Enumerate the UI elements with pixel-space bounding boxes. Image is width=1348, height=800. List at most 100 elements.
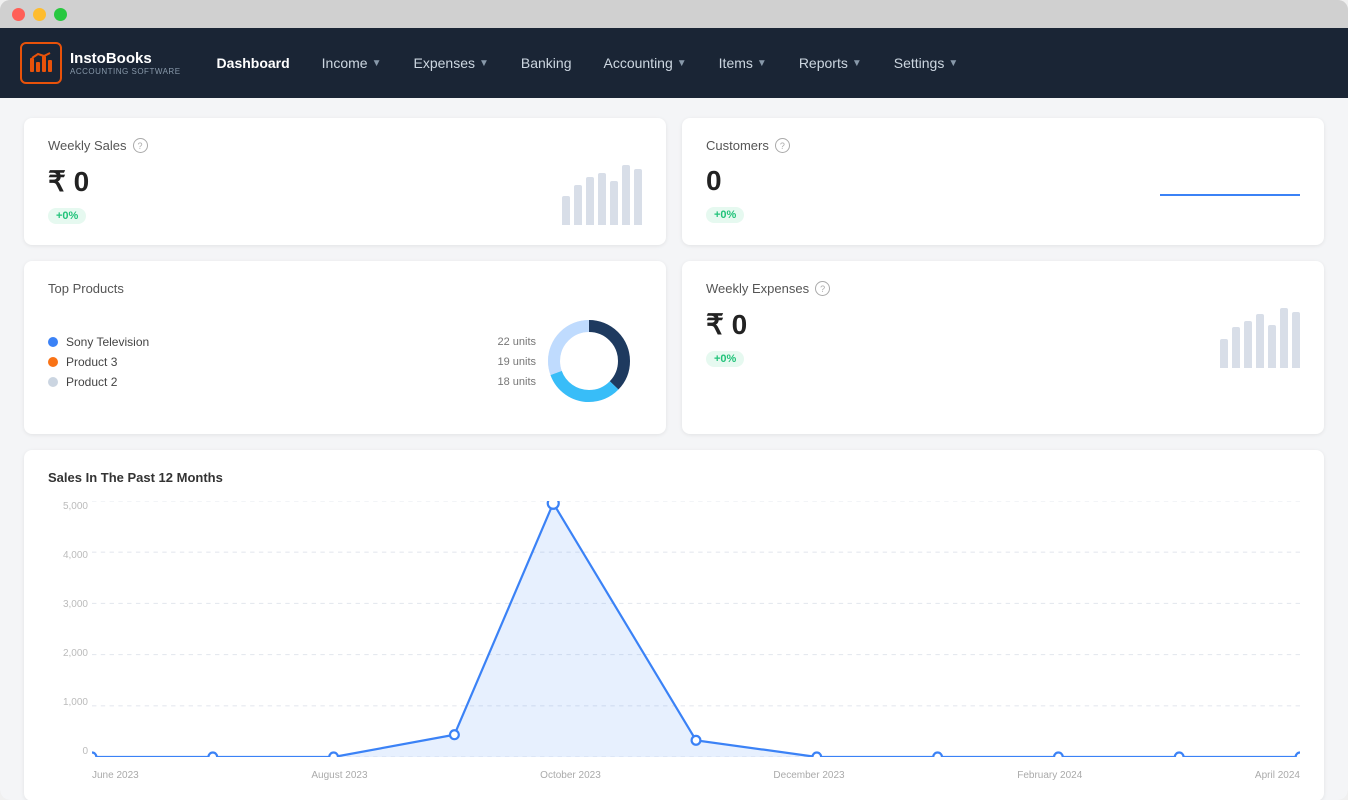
product-units-1: 22 units [497,336,536,348]
close-button[interactable] [12,8,25,21]
main-content: Weekly Sales ? ₹ 0 +0% Customers [0,98,1348,800]
top-products-title: Top Products [48,281,642,296]
customers-badge: +0% [706,207,744,223]
data-point [1296,753,1300,757]
y-axis: 5,000 4,000 3,000 2,000 1,000 0 [48,501,88,757]
sales-line-svg [92,501,1300,757]
mini-bar [634,169,642,225]
weekly-sales-chart [562,165,642,225]
product-units-2: 19 units [497,356,536,368]
nav-accounting[interactable]: Accounting ▼ [591,47,698,79]
logo-brand: InstoBooks [70,50,181,67]
product-dot-3 [48,377,58,387]
top-cards-row: Weekly Sales ? ₹ 0 +0% Customers [24,118,1324,245]
weekly-sales-left: ₹ 0 +0% [48,165,562,224]
logo-icon [20,42,62,84]
mini-bar [1232,327,1240,368]
product-name-2: Product 3 [66,355,489,369]
settings-dropdown-arrow: ▼ [948,58,958,69]
mini-bar [598,173,606,225]
weekly-expenses-help-icon[interactable]: ? [815,281,830,296]
customers-inner: 0 +0% [706,165,1300,223]
data-point [450,730,459,739]
nav-settings[interactable]: Settings ▼ [882,47,971,79]
x-label-apr2024: April 2024 [1255,770,1300,781]
mini-bar [1220,339,1228,368]
minimize-button[interactable] [33,8,46,21]
top-products-card: Top Products Sony Television 22 units [24,261,666,434]
products-list: Sony Television 22 units Product 3 19 un… [48,335,536,389]
customers-value: 0 [706,165,1160,197]
weekly-sales-badge: +0% [48,208,86,224]
product-name-3: Product 2 [66,375,489,389]
mini-bar [1268,325,1276,368]
weekly-expenses-left: ₹ 0 +0% [706,308,1220,367]
mini-bar [622,165,630,225]
x-axis: June 2023 August 2023 October 2023 Decem… [92,770,1300,781]
customers-card: Customers ? 0 +0% [682,118,1324,245]
title-bar [0,0,1348,28]
reports-dropdown-arrow: ▼ [852,58,862,69]
navbar: InstoBooks ACCOUNTING SOFTWARE Dashboard… [0,28,1348,98]
weekly-sales-inner: ₹ 0 +0% [48,165,642,225]
accounting-dropdown-arrow: ▼ [677,58,687,69]
nav-income[interactable]: Income ▼ [310,47,394,79]
y-label-0: 0 [48,746,88,757]
weekly-expenses-badge: +0% [706,351,744,367]
weekly-expenses-inner: ₹ 0 +0% [706,308,1300,368]
customers-chart [1160,165,1300,210]
nav-banking[interactable]: Banking [509,47,584,79]
data-point [329,753,338,757]
customers-left: 0 +0% [706,165,1160,223]
mini-bar [1280,308,1288,368]
list-item: Product 2 18 units [48,375,536,389]
income-dropdown-arrow: ▼ [372,58,382,69]
weekly-expenses-chart [1220,308,1300,368]
data-point [208,753,217,757]
sales-chart-title: Sales In The Past 12 Months [48,470,1300,485]
mini-bar [574,185,582,225]
mini-bar [586,177,594,225]
weekly-sales-help-icon[interactable]: ? [133,138,148,153]
sales-chart-card: Sales In The Past 12 Months 5,000 4,000 … [24,450,1324,800]
y-label-4000: 4,000 [48,550,88,561]
data-point [692,736,701,745]
nav-dashboard[interactable]: Dashboard [205,47,302,79]
items-dropdown-arrow: ▼ [757,58,767,69]
weekly-expenses-bars [1220,308,1300,368]
bottom-cards-row: Top Products Sony Television 22 units [24,261,1324,434]
expenses-dropdown-arrow: ▼ [479,58,489,69]
mini-bar [1256,314,1264,368]
mini-bar [1244,321,1252,368]
mini-bar [610,181,618,225]
data-point [933,753,942,757]
x-label-feb2024: February 2024 [1017,770,1082,781]
x-label-dec2023: December 2023 [773,770,844,781]
product-units-3: 18 units [497,376,536,388]
nav-items[interactable]: Items ▼ [707,47,779,79]
weekly-sales-value: ₹ 0 [48,165,562,198]
data-point [1054,753,1063,757]
nav-reports[interactable]: Reports ▼ [787,47,874,79]
x-label-aug2023: August 2023 [311,770,367,781]
data-point [812,753,821,757]
product-dot-1 [48,337,58,347]
top-products-inner: Sony Television 22 units Product 3 19 un… [48,308,642,414]
nav-expenses[interactable]: Expenses ▼ [402,47,501,79]
y-label-2000: 2,000 [48,648,88,659]
logo[interactable]: InstoBooks ACCOUNTING SOFTWARE [20,42,181,84]
x-label-june2023: June 2023 [92,770,139,781]
top-products-donut [536,308,642,414]
top-products-list: Sony Television 22 units Product 3 19 un… [48,327,536,395]
maximize-button[interactable] [54,8,67,21]
logo-text: InstoBooks ACCOUNTING SOFTWARE [70,50,181,76]
weekly-expenses-value: ₹ 0 [706,308,1220,341]
y-label-3000: 3,000 [48,599,88,610]
x-label-oct2023: October 2023 [540,770,601,781]
logo-sub: ACCOUNTING SOFTWARE [70,67,181,76]
y-label-5000: 5,000 [48,501,88,512]
data-point-peak [548,501,559,509]
data-point [92,753,96,757]
weekly-expenses-card: Weekly Expenses ? ₹ 0 +0% [682,261,1324,434]
customers-help-icon[interactable]: ? [775,138,790,153]
